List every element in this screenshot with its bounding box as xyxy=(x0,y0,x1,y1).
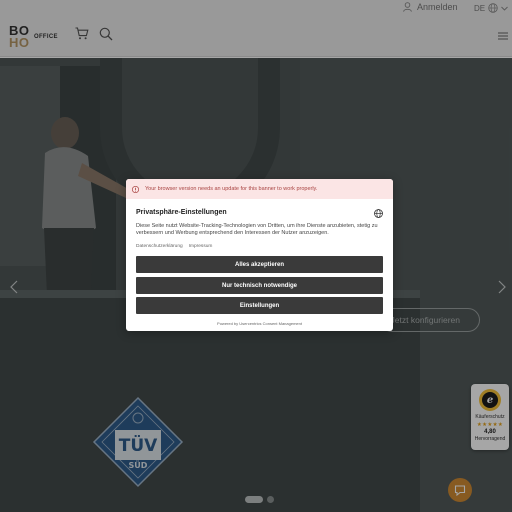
browser-warning-text: Your browser version needs an update for… xyxy=(145,186,318,192)
privacy-consent-dialog: Your browser version needs an update for… xyxy=(126,179,393,331)
consent-description: Diese Seite nutzt Website-Tracking-Techn… xyxy=(136,223,378,236)
warning-icon xyxy=(132,185,139,193)
privacy-policy-link[interactable]: Datenschutzerklärung xyxy=(136,244,183,249)
accept-all-button[interactable]: Alles akzeptieren xyxy=(136,256,383,273)
consent-links: Datenschutzerklärung Impressum xyxy=(136,244,212,249)
powered-by-text: Powered by Usercentrics Consent Manageme… xyxy=(217,321,302,326)
consent-title: Privatsphäre-Einstellungen xyxy=(136,209,227,216)
language-globe-icon[interactable] xyxy=(374,209,383,218)
settings-button[interactable]: Einstellungen xyxy=(136,297,383,314)
imprint-link[interactable]: Impressum xyxy=(189,244,213,249)
browser-warning-banner: Your browser version needs an update for… xyxy=(126,179,393,199)
necessary-only-button[interactable]: Nur technisch notwendige xyxy=(136,277,383,294)
